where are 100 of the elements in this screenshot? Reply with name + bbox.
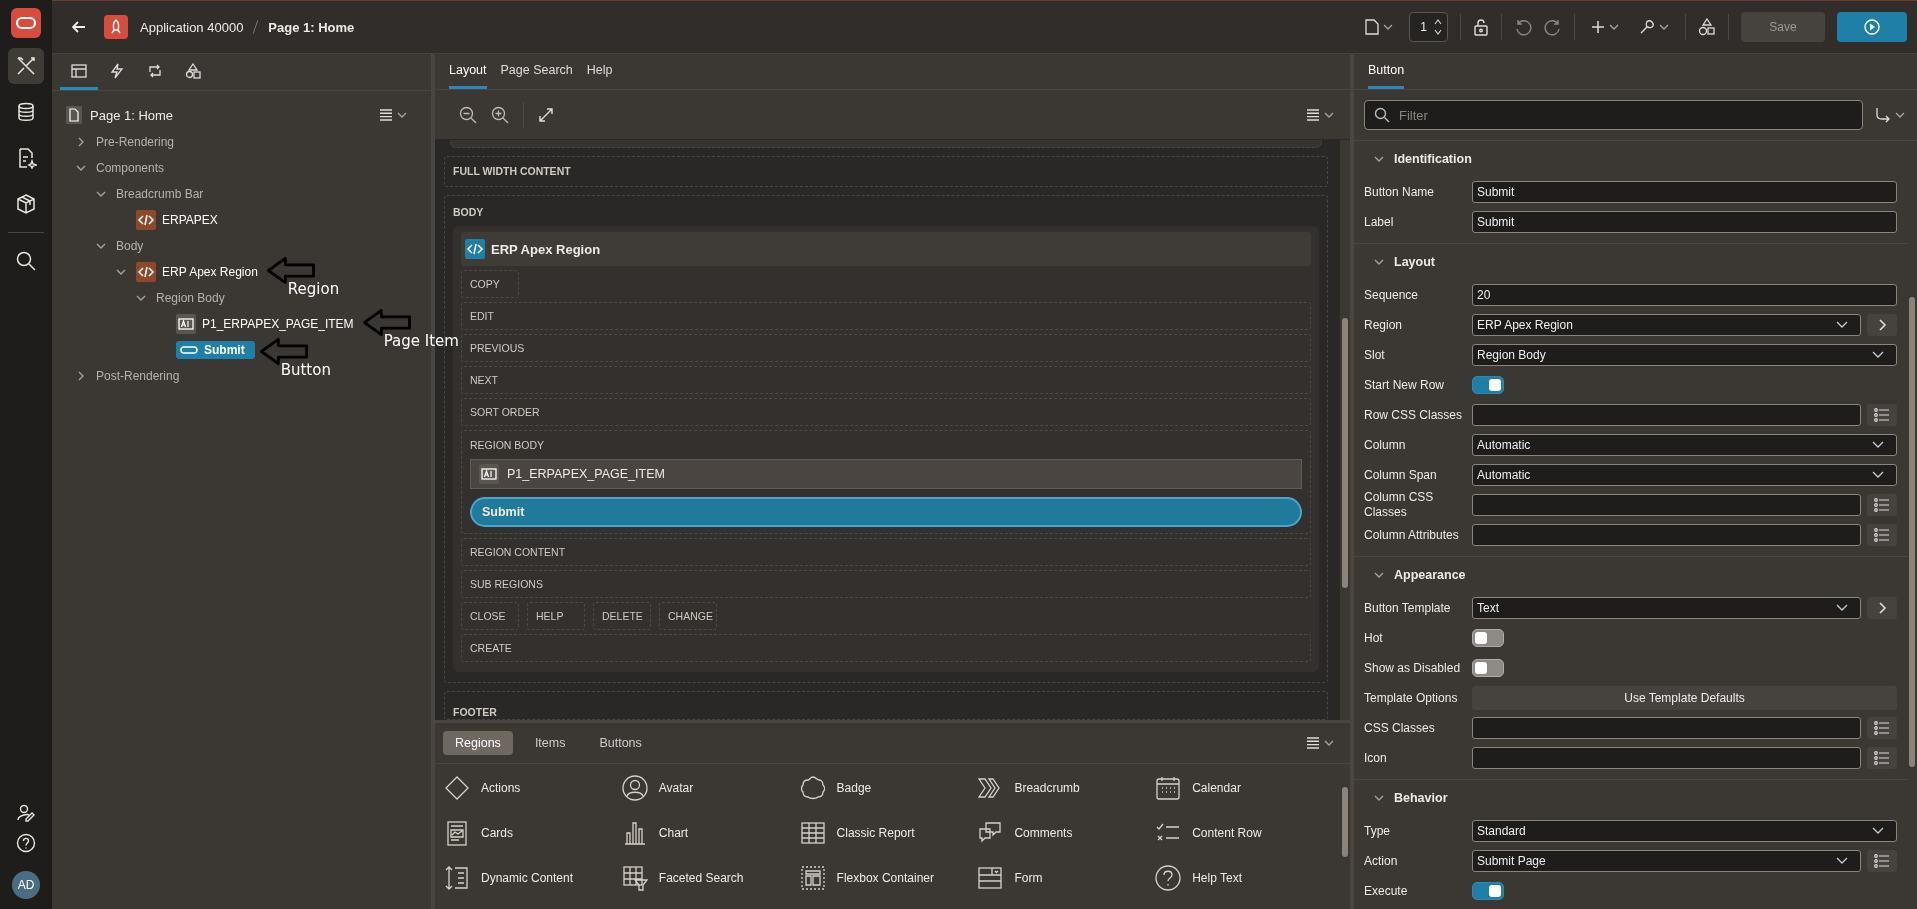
zoom-in-icon[interactable] <box>491 105 509 124</box>
chevron-down-icon[interactable] <box>136 293 146 303</box>
user-avatar[interactable]: AD <box>12 871 40 899</box>
application-link[interactable]: Application 40000 <box>140 19 244 35</box>
chevron-down-icon[interactable] <box>1374 154 1384 164</box>
toggle-switch[interactable] <box>1472 376 1504 394</box>
gallery-item[interactable]: Form <box>1014 871 1043 885</box>
group-header[interactable]: Identification <box>1354 141 1907 177</box>
list-picker-button[interactable] <box>1867 404 1897 426</box>
zoom-out-icon[interactable] <box>459 105 477 124</box>
gallery-item[interactable]: Flexbox Container <box>836 871 934 885</box>
layout-tab[interactable]: Layout <box>449 54 487 89</box>
tree-item[interactable]: P1_ERPAPEX_PAGE_ITEM <box>176 312 358 336</box>
chevron-down-icon[interactable] <box>1374 257 1384 267</box>
tree-item[interactable]: ERP Apex Region <box>136 260 262 284</box>
gallery-item[interactable]: Content Row <box>1192 826 1262 840</box>
gallery-item[interactable]: Actions <box>481 781 521 795</box>
nav-item[interactable] <box>8 48 44 84</box>
select-field[interactable]: Text <box>1472 597 1861 619</box>
go-to-button[interactable] <box>1867 314 1897 336</box>
scrollbar[interactable] <box>1340 140 1350 720</box>
gallery-item[interactable]: Dynamic Content <box>481 871 574 885</box>
properties-tab[interactable]: Button <box>1368 54 1405 89</box>
gallery-item[interactable]: Help Text <box>1192 871 1242 885</box>
tree-item[interactable]: Submit <box>176 341 255 359</box>
gallery-item[interactable]: Avatar <box>658 781 694 795</box>
gallery-tab[interactable]: Items <box>522 731 578 755</box>
input-field[interactable] <box>1472 494 1861 516</box>
shapes-icon[interactable] <box>1698 18 1716 36</box>
chevron-down-icon[interactable] <box>116 267 126 277</box>
rocket-icon[interactable] <box>104 15 128 39</box>
tree-group[interactable]: Region Body <box>156 289 229 307</box>
gallery-item[interactable]: Breadcrumb <box>1014 781 1080 795</box>
back-arrow-icon[interactable] <box>72 20 86 34</box>
tree-root[interactable]: Page 1: Home <box>90 107 174 123</box>
gallery-item[interactable]: Faceted Search <box>658 871 744 885</box>
group-header[interactable]: Appearance <box>1354 557 1907 593</box>
chevron-down-icon[interactable] <box>1895 110 1905 120</box>
list-picker-button[interactable] <box>1867 524 1897 546</box>
input-field[interactable] <box>1472 747 1861 769</box>
layout-tab[interactable]: Page Search <box>500 54 573 89</box>
chevron-right-icon[interactable] <box>76 137 86 147</box>
gallery-item[interactable]: Chart <box>658 826 689 840</box>
toggle-switch[interactable] <box>1472 629 1504 647</box>
tree-group[interactable]: Breadcrumb Bar <box>116 185 208 203</box>
list-picker-button[interactable] <box>1867 850 1897 872</box>
chevron-down-icon[interactable] <box>1374 570 1384 580</box>
gallery-item[interactable]: Badge <box>836 781 872 795</box>
select-field[interactable]: Standard <box>1472 820 1897 842</box>
group-header[interactable]: Behavior <box>1354 780 1907 816</box>
help-icon[interactable] <box>16 833 36 853</box>
gallery-item[interactable]: Cards <box>481 826 513 840</box>
input-field[interactable] <box>1472 404 1861 426</box>
logo-icon[interactable] <box>11 8 41 38</box>
select-field[interactable]: Automatic <box>1472 464 1897 486</box>
select-field[interactable]: Automatic <box>1472 434 1897 456</box>
region-header[interactable]: ERP Apex Region <box>461 232 1311 266</box>
redo-icon[interactable] <box>1544 18 1562 36</box>
gallery-item[interactable]: Comments <box>1014 826 1073 840</box>
tree-group[interactable]: Post-Rendering <box>96 367 184 385</box>
chevron-down-icon[interactable] <box>1383 22 1394 32</box>
input-field[interactable] <box>1472 717 1861 739</box>
input-field[interactable]: 20 <box>1472 284 1897 306</box>
tree-item[interactable]: ERPAPEX <box>136 208 222 232</box>
chevron-down-icon[interactable] <box>1659 22 1669 32</box>
group-header[interactable]: Layout <box>1354 244 1907 280</box>
tree-group[interactable]: Body <box>116 237 148 255</box>
toggle-switch[interactable] <box>1472 882 1504 900</box>
chevron-down-icon[interactable] <box>76 163 86 173</box>
chevron-down-icon[interactable] <box>1324 738 1334 748</box>
lock-icon[interactable] <box>1473 18 1489 36</box>
list-picker-button[interactable] <box>1867 717 1897 739</box>
undo-icon[interactable] <box>1514 18 1532 36</box>
select-field[interactable]: ERP Apex Region <box>1472 314 1861 336</box>
tree-group[interactable]: Pre-Rendering <box>96 133 179 151</box>
filter-field[interactable]: Filter <box>1364 100 1863 130</box>
chevron-down-icon[interactable] <box>1609 22 1619 32</box>
chevron-down-icon[interactable] <box>1374 793 1384 803</box>
go-to-button[interactable] <box>1867 597 1897 619</box>
gallery-tab[interactable]: Buttons <box>587 731 654 755</box>
input-field[interactable]: Submit <box>1472 211 1897 233</box>
template-options-button[interactable]: Use Template Defaults <box>1472 686 1897 710</box>
page-number-field[interactable]: 1 <box>1409 12 1448 42</box>
chevron-down-icon[interactable] <box>96 189 106 199</box>
gallery-item[interactable]: Classic Report <box>836 826 915 840</box>
chevron-right-icon[interactable] <box>76 371 86 381</box>
select-field[interactable]: Submit Page <box>1472 850 1861 872</box>
list-picker-button[interactable] <box>1867 494 1897 516</box>
user-edit-icon[interactable] <box>16 803 36 823</box>
layout-tab[interactable]: Help <box>586 54 613 89</box>
gallery-tab[interactable]: Regions <box>443 731 513 755</box>
submit-button[interactable]: Submit <box>470 497 1302 527</box>
tree-group[interactable]: Components <box>96 159 169 177</box>
list-picker-button[interactable] <box>1867 747 1897 769</box>
select-field[interactable]: Region Body <box>1472 344 1897 366</box>
chevron-down-icon[interactable] <box>96 241 106 251</box>
input-field[interactable] <box>1472 524 1861 546</box>
expand-icon[interactable] <box>538 106 554 123</box>
page-item[interactable]: P1_ERPAPEX_PAGE_ITEM <box>470 459 1302 489</box>
chevron-down-icon[interactable] <box>397 110 407 120</box>
